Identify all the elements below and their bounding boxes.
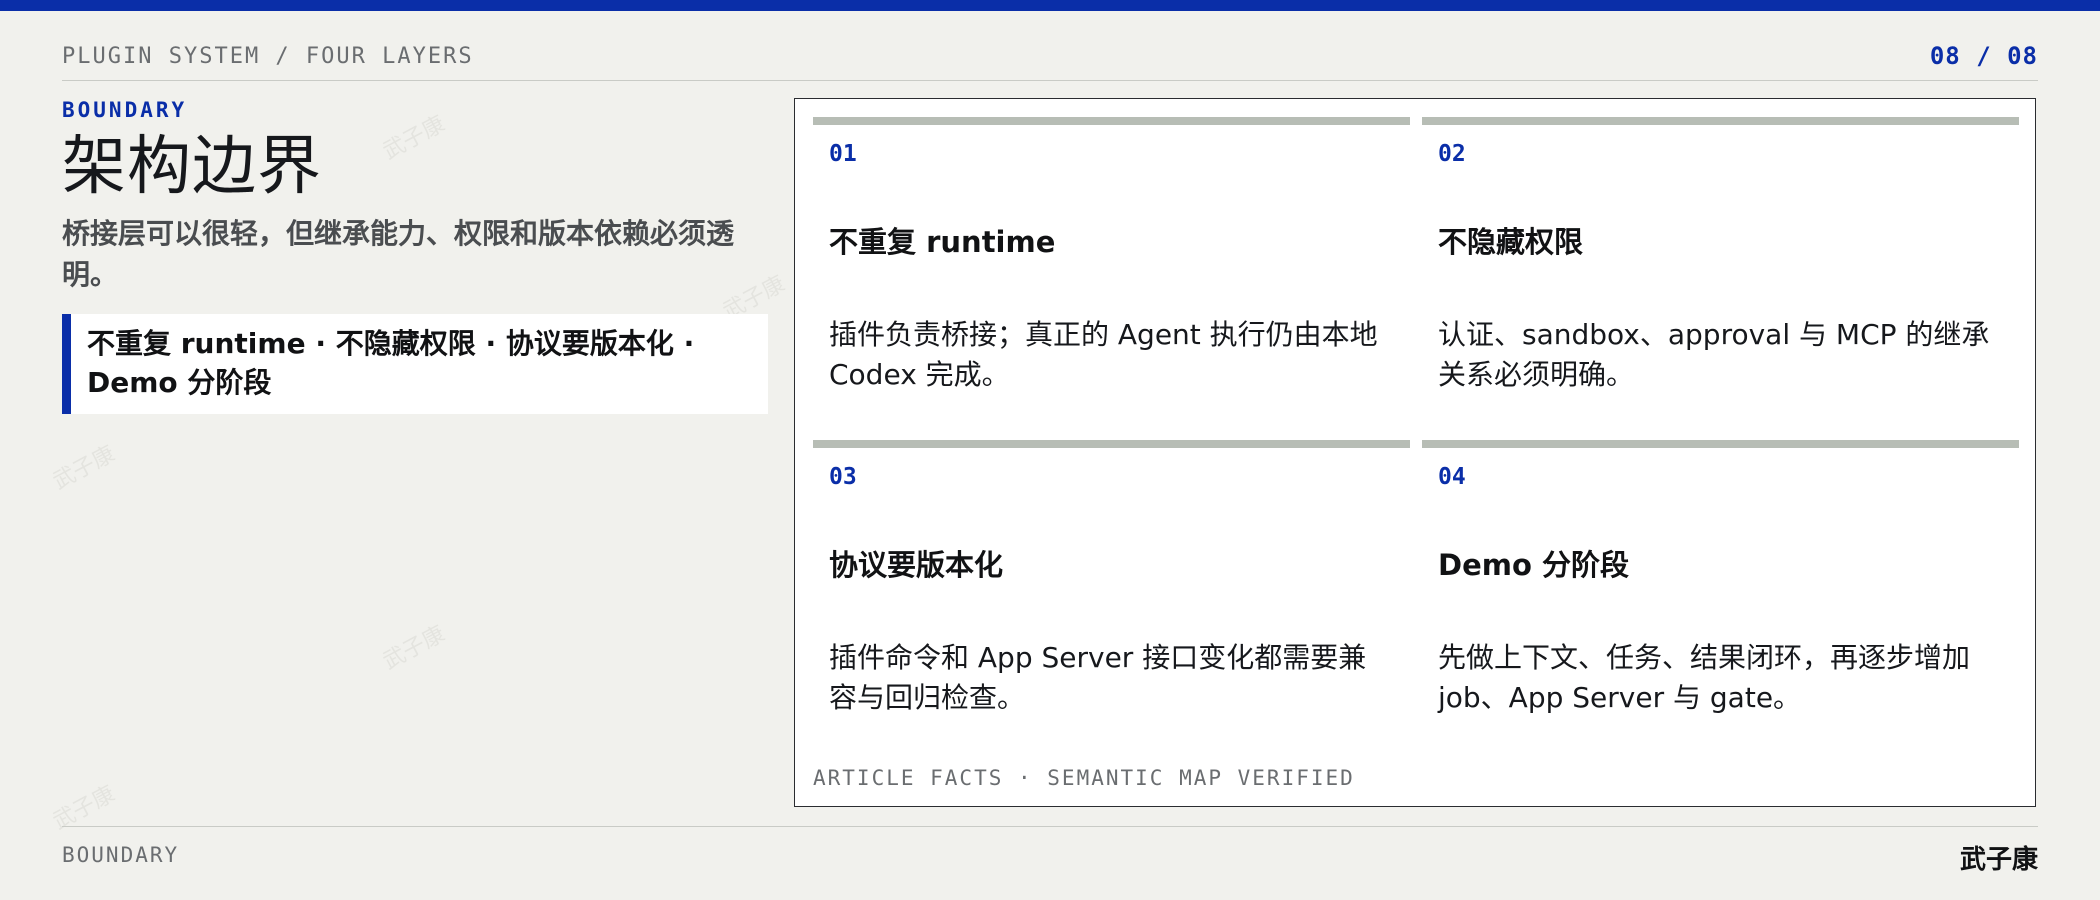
author-name: 武子康 [1959, 845, 2038, 875]
principle-card: 01 不重复 runtime 插件负责桥接；真正的 Agent 执行仍由本地 C… [813, 117, 1410, 395]
card-title: 协议要版本化 [829, 548, 1004, 582]
slide-header: PLUGIN SYSTEM / FOUR LAYERS 08 / 08 [62, 40, 2038, 81]
card-title: Demo 分阶段 [1438, 548, 1629, 582]
card-body: 插件命令和 App Server 接口变化都需要兼容与回归检查。 [829, 641, 1367, 714]
breadcrumb: PLUGIN SYSTEM / FOUR LAYERS [62, 44, 474, 69]
card-number: 01 [829, 141, 857, 167]
panel-footnote: ARTICLE FACTS · SEMANTIC MAP VERIFIED [813, 766, 1355, 790]
section-kicker: BOUNDARY [62, 98, 188, 122]
page-title: 架构边界 [62, 130, 322, 204]
watermark-text: 武子康 [379, 621, 450, 675]
principle-card: 02 不隐藏权限 认证、sandbox、approval 与 MCP 的继承关系… [1422, 117, 2019, 395]
card-body: 先做上下文、任务、结果闭环，再逐步增加 job、App Server 与 gat… [1438, 641, 1971, 714]
intro-column: BOUNDARY 架构边界 桥接层可以很轻，但继承能力、权限和版本依赖必须透明。… [62, 98, 768, 414]
page-subtitle: 桥接层可以很轻，但继承能力、权限和版本依赖必须透明。 [62, 217, 735, 291]
page-indicator: 08 / 08 [1929, 42, 2038, 70]
card-number: 02 [1438, 141, 1466, 167]
summary-callout: 不重复 runtime · 不隐藏权限 · 协议要版本化 · Demo 分阶段 [62, 313, 768, 414]
top-accent-bar [0, 0, 2100, 11]
principles-panel: 01 不重复 runtime 插件负责桥接；真正的 Agent 执行仍由本地 C… [794, 98, 2036, 807]
card-title: 不重复 runtime [829, 225, 1056, 259]
watermark-text: 武子康 [49, 441, 120, 495]
card-title: 不隐藏权限 [1438, 225, 1584, 259]
footer-label: BOUNDARY [62, 843, 180, 867]
principle-card: 03 协议要版本化 插件命令和 App Server 接口变化都需要兼容与回归检… [813, 440, 1410, 718]
principle-card: 04 Demo 分阶段 先做上下文、任务、结果闭环，再逐步增加 job、App … [1422, 440, 2019, 718]
slide-footer: BOUNDARY 武子康 [62, 826, 2038, 887]
card-body: 插件负责桥接；真正的 Agent 执行仍由本地 Codex 完成。 [829, 318, 1378, 391]
card-body: 认证、sandbox、approval 与 MCP 的继承关系必须明确。 [1438, 318, 1990, 391]
card-number: 03 [829, 464, 857, 490]
card-number: 04 [1438, 464, 1466, 490]
